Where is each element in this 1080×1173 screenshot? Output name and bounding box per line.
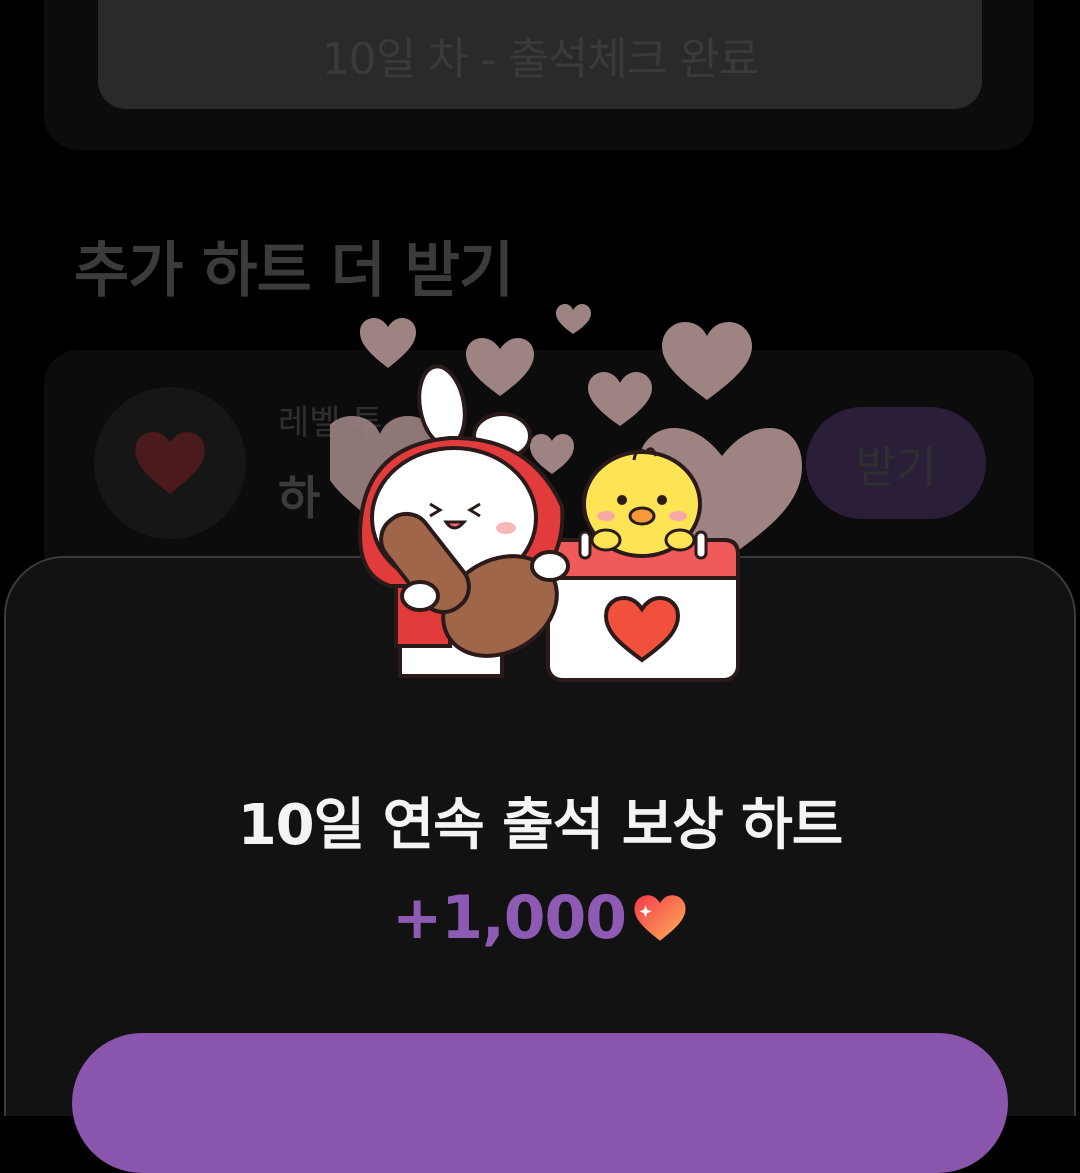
chick-character xyxy=(582,447,702,558)
reward-row-title: 하 xyxy=(278,471,321,525)
heart-icon xyxy=(94,387,246,539)
reward-amount: +1,000 xyxy=(391,883,627,953)
reward-amount-line: +1,000 xyxy=(0,883,1080,953)
receive-button[interactable]: 받기 xyxy=(806,407,986,519)
attendance-illustration xyxy=(330,304,802,682)
confirm-button[interactable] xyxy=(72,1033,1008,1173)
heart-icon xyxy=(632,893,688,947)
reward-title: 10일 연속 출석 보상 하트 xyxy=(237,793,844,858)
checkin-status-bar: 10일 차 - 출석체크 완료 xyxy=(98,0,982,109)
